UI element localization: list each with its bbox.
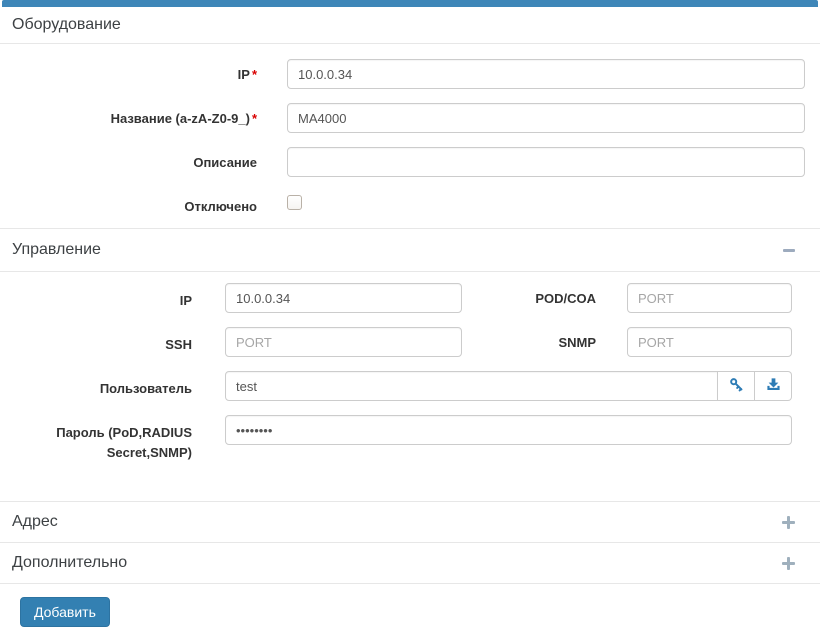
required-asterisk: * [252, 67, 257, 82]
user-label: Пользователь [0, 371, 207, 401]
section-address: Адрес [0, 501, 820, 542]
name-label: Название (a-zA-Z0-9_)* [0, 103, 272, 133]
disabled-label-text: Отключено [184, 199, 257, 214]
form-row-disabled: Отключено [0, 191, 820, 214]
pod-coa-label: POD/COA [462, 283, 611, 313]
management-row-2: SSH SNMP [0, 327, 820, 357]
ssh-control [207, 327, 462, 357]
snmp-input[interactable] [627, 327, 792, 357]
description-label-text: Описание [193, 155, 257, 170]
disabled-control [272, 191, 805, 214]
section-additional: Дополнительно [0, 542, 820, 584]
form-row-description: Описание [0, 147, 820, 177]
user-input-group [225, 371, 792, 401]
ip-label: IP* [0, 59, 272, 89]
panel-accent-bar [2, 0, 818, 7]
section-management-body: IP POD/COA SSH SNMP [0, 272, 820, 501]
section-additional-header[interactable]: Дополнительно [0, 543, 820, 583]
management-row-password: Пароль (PoD,RADIUS Secret,SNMP) [0, 415, 820, 463]
key-icon [729, 377, 744, 395]
snmp-control [611, 327, 792, 357]
password-input[interactable] [225, 415, 792, 445]
ssh-input[interactable] [225, 327, 462, 357]
download-icon [766, 377, 781, 395]
section-management: Управление IP POD/COA SSH [0, 228, 820, 501]
section-additional-title: Дополнительно [12, 554, 127, 572]
expand-plus-icon[interactable] [782, 516, 795, 529]
mgmt-ip-label: IP [0, 283, 207, 313]
section-management-title: Управление [12, 241, 101, 259]
mgmt-ip-control [207, 283, 462, 313]
expand-plus-icon[interactable] [782, 557, 795, 570]
required-asterisk: * [252, 111, 257, 126]
password-label: Пароль (PoD,RADIUS Secret,SNMP) [0, 415, 207, 463]
disabled-checkbox[interactable] [287, 195, 302, 210]
management-row-1: IP POD/COA [0, 283, 820, 313]
form-row-ip: IP* [0, 59, 820, 89]
pod-coa-input[interactable] [627, 283, 792, 313]
ip-input[interactable] [287, 59, 805, 89]
equipment-panel: Оборудование IP* Название (a-zA-Z0-9_)* … [0, 0, 820, 627]
download-button[interactable] [755, 371, 792, 401]
ip-label-text: IP [238, 67, 250, 82]
equipment-form: IP* Название (a-zA-Z0-9_)* Описание Откл… [0, 44, 820, 627]
management-row-user: Пользователь [0, 371, 820, 401]
key-button[interactable] [718, 371, 755, 401]
pod-coa-control [611, 283, 792, 313]
user-control [207, 371, 792, 401]
description-control [272, 147, 805, 177]
ssh-label: SSH [0, 327, 207, 357]
page-title: Оборудование [0, 7, 820, 44]
disabled-label: Отключено [0, 191, 272, 214]
description-label: Описание [0, 147, 272, 177]
mgmt-ip-input[interactable] [225, 283, 462, 313]
form-actions: Добавить [20, 597, 820, 627]
snmp-label: SNMP [462, 327, 611, 357]
name-control [272, 103, 805, 133]
password-control [207, 415, 792, 463]
user-input[interactable] [225, 371, 718, 401]
section-address-title: Адрес [12, 513, 58, 531]
section-management-header[interactable]: Управление [0, 229, 820, 272]
ip-control [272, 59, 805, 89]
add-button[interactable]: Добавить [20, 597, 110, 627]
description-input[interactable] [287, 147, 805, 177]
collapse-minus-icon[interactable] [783, 249, 795, 252]
section-address-header[interactable]: Адрес [0, 502, 820, 542]
name-label-text: Название (a-zA-Z0-9_) [111, 111, 250, 126]
form-row-name: Название (a-zA-Z0-9_)* [0, 103, 820, 133]
name-input[interactable] [287, 103, 805, 133]
